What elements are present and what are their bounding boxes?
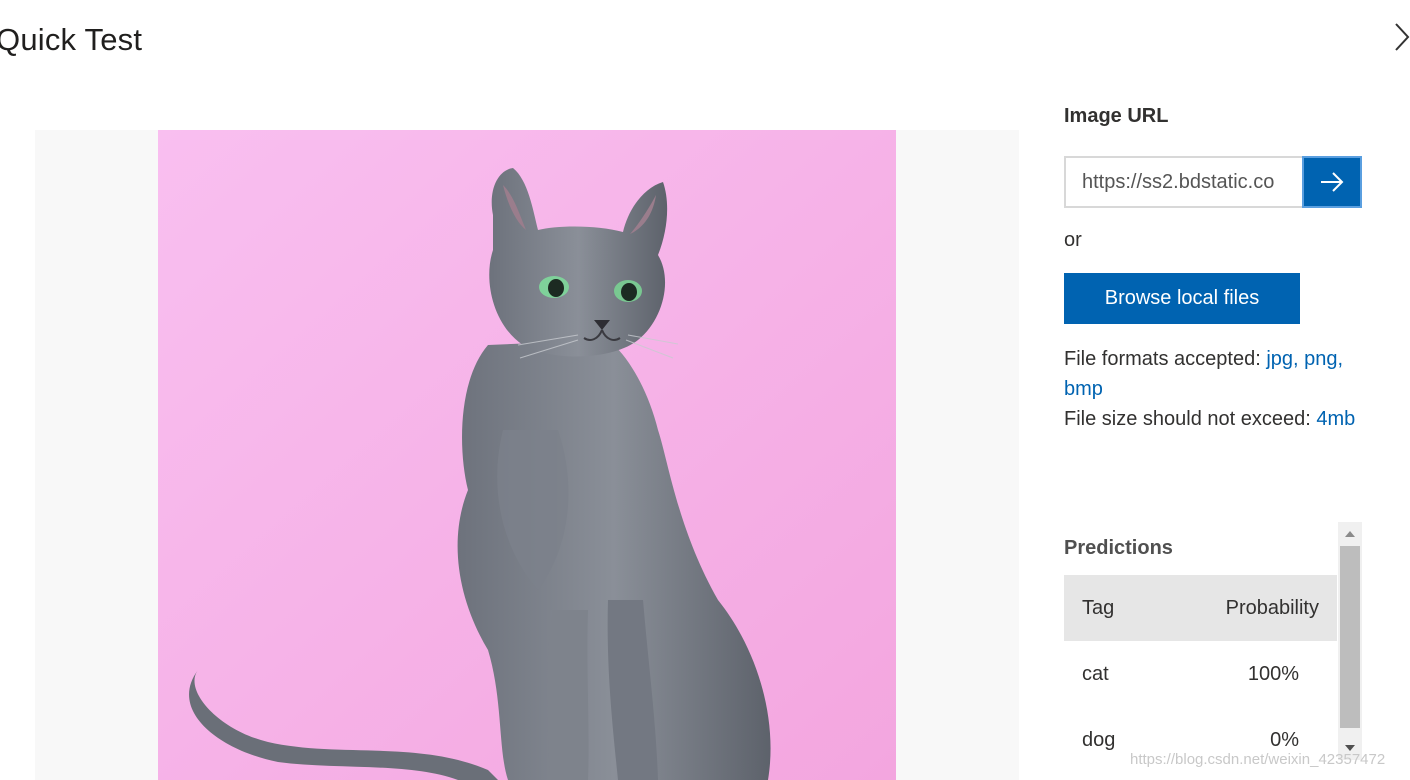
cat-photo-illustration: [158, 130, 896, 780]
predictions-scrollbar[interactable]: [1338, 522, 1362, 760]
column-header-tag: Tag: [1082, 596, 1115, 619]
table-row: cat 100%: [1064, 641, 1337, 707]
submit-url-button[interactable]: [1302, 156, 1362, 208]
dialog-title: Quick Test: [0, 22, 143, 57]
close-button[interactable]: [1390, 20, 1410, 54]
or-separator: or: [1064, 229, 1082, 251]
watermark-text: https://blog.csdn.net/weixin_42357472: [1130, 751, 1386, 768]
predictions-header-row: Tag Probability: [1064, 575, 1337, 641]
file-formats-line: File formats accepted: jpg, png, bmp: [1064, 344, 1364, 404]
image-url-field-group: [1064, 156, 1362, 208]
browse-local-files-button[interactable]: Browse local files: [1064, 273, 1300, 324]
file-size-line: File size should not exceed: 4mb: [1064, 404, 1364, 434]
file-formats-label: File formats accepted:: [1064, 348, 1267, 370]
predictions-heading: Predictions: [1064, 537, 1173, 559]
image-url-input[interactable]: [1064, 156, 1302, 208]
test-image: [158, 130, 896, 780]
predictions-table: Tag Probability cat 100% dog 0%: [1064, 575, 1337, 773]
quick-test-dialog: Quick Test Image URL https://ss2.bdstati…: [0, 0, 1410, 780]
caret-up-icon: [1345, 531, 1355, 537]
arrow-right-icon: [1321, 172, 1344, 192]
file-requirements: File formats accepted: jpg, png, bmp Fil…: [1064, 344, 1364, 434]
prediction-tag: dog: [1082, 728, 1116, 751]
file-size-label: File size should not exceed:: [1064, 408, 1317, 430]
image-url-label: Image URL: [1064, 105, 1169, 127]
prediction-tag: cat: [1082, 662, 1109, 685]
close-icon: [1395, 23, 1410, 51]
scroll-up-button[interactable]: [1338, 522, 1362, 546]
file-size-value: 4mb: [1316, 408, 1356, 430]
scroll-thumb[interactable]: [1340, 546, 1360, 728]
image-preview-area: [35, 130, 1019, 780]
prediction-probability: 0%: [1270, 728, 1299, 751]
column-header-probability: Probability: [1225, 596, 1319, 619]
prediction-probability: 100%: [1247, 662, 1299, 685]
